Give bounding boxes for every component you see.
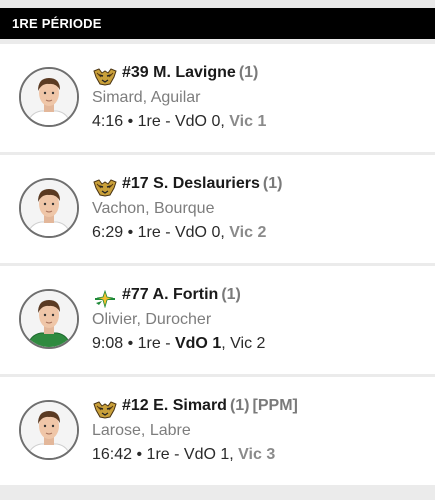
scorer-name[interactable]: #17 S. Deslauriers [122,175,260,192]
scorer-name[interactable]: #77 A. Fortin [122,286,218,303]
goal-card[interactable]: #77 A. Fortin (1) Olivier, Durocher 9:08 • … [0,266,435,374]
player-avatar [19,289,79,349]
goal-period: 1re [137,335,161,352]
goal-count: (1) [262,175,283,192]
assists: Larose, Labre [92,422,191,439]
scorer-name[interactable]: #12 E. Simard [122,397,227,414]
team-a-name: VdO [174,224,207,241]
goal-time: 16:42 [92,446,133,463]
goal-status: 6:29 • 1re - VdO 0, Vic 2 [92,224,267,241]
team-a-score: 0 [211,113,221,130]
goal-scorer-line: #17 S. Deslauriers (1) [122,175,282,193]
goal-scorer-line: #77 A. Fortin (1) [122,286,241,304]
goal-period: 1re [137,224,161,241]
goal-count: (1) [221,286,241,303]
goal-card[interactable]: #39 M. Lavigne (1) Simard, Aguilar 4:16 • 1… [0,44,435,152]
goal-status: 4:16 • 1re - VdO 0, Vic 1 [92,113,267,130]
team-a-name: VdO [174,335,208,352]
player-avatar [19,67,79,127]
team-b-name: Vic [229,113,253,130]
team-a-name: VdO [183,446,216,463]
assists: Simard, Aguilar [92,89,201,106]
top-strip [0,0,435,8]
team-a-name: VdO [174,113,207,130]
goal-time: 9:08 [92,335,124,352]
goal-period: 1re [146,446,170,463]
bird-star-icon [93,289,117,309]
goal-scorer-line: #39 M. Lavigne (1) [122,64,258,82]
goal-count: (1) [238,64,259,81]
player-avatar [19,400,79,460]
team-a-score: 0 [211,224,221,241]
team-b-score: 1 [257,113,267,130]
team-a-score: 1 [220,446,230,463]
goal-card[interactable]: #12 E. Simard (1) [PPM] Larose, Labre 16:42 … [0,377,435,485]
goal-status: 16:42 • 1re - VdO 1, Vic 3 [92,446,276,463]
team-b-score: 2 [256,335,266,352]
team-b-name: Vic [229,224,253,241]
goal-card[interactable]: #17 S. Deslauriers (1) Vachon, Bourque 6:29… [0,155,435,263]
scorer-name[interactable]: #39 M. Lavigne [122,64,236,81]
assists: Olivier, Durocher [92,311,212,328]
team-b-score: 3 [266,446,276,463]
goal-status: 9:08 • 1re - VdO 1, Vic 2 [92,335,266,352]
goal-tag: [PPM] [252,397,298,414]
goal-time: 6:29 [92,224,124,241]
period-header: 1RE PÉRIODE [0,8,435,39]
team-b-name: Vic [230,335,253,352]
team-b-score: 2 [257,224,267,241]
team-b-name: Vic [238,446,262,463]
tiger-head-icon [93,68,117,86]
team-a-score: 1 [212,335,222,352]
tiger-head-icon [93,179,117,197]
assists: Vachon, Bourque [92,200,215,217]
goal-time: 4:16 [92,113,124,130]
goal-count: (1) [229,397,250,414]
player-avatar [19,178,79,238]
goal-scorer-line: #12 E. Simard (1) [PPM] [122,397,298,415]
tiger-head-icon [93,401,117,419]
goal-period: 1re [137,113,161,130]
